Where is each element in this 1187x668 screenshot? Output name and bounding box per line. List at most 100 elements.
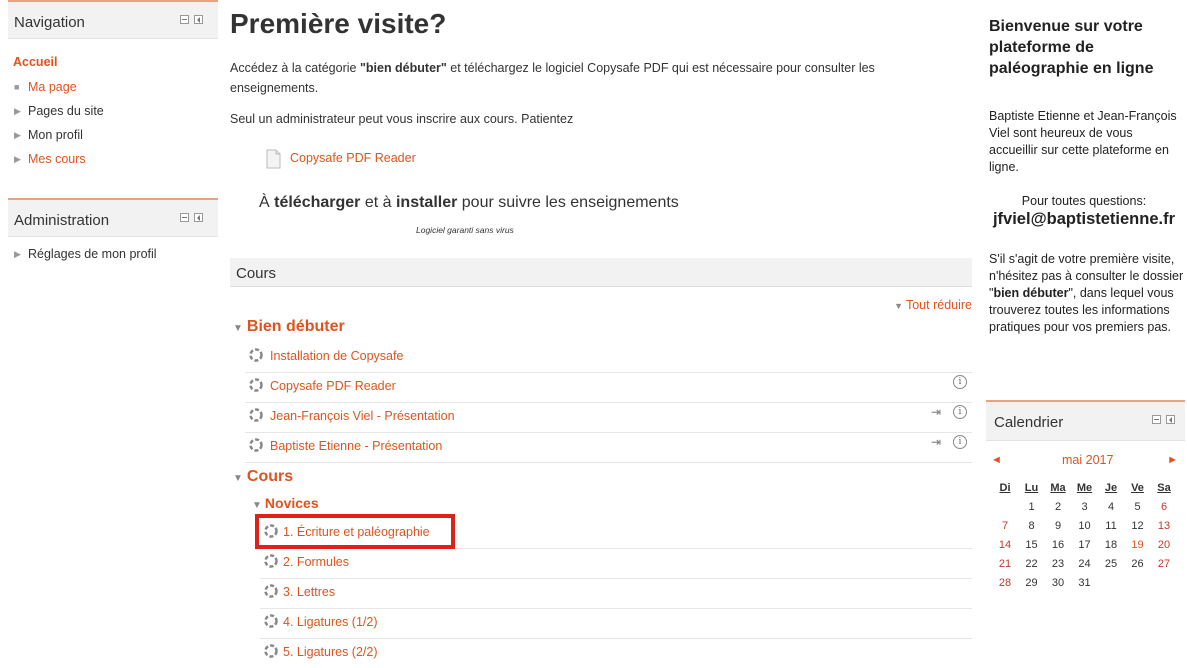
minimize-icon[interactable] [180,213,189,222]
previous-month-button[interactable]: ◄ [991,454,1002,466]
caret-right-icon: ▶ [14,249,21,259]
calendar-day[interactable]: 11 [1100,520,1122,532]
intro-text-bold: "bien débuter" [359,61,447,75]
calendar-day[interactable]: 21 [994,558,1016,570]
calendar-day[interactable]: 22 [1021,558,1043,570]
course-link[interactable]: Jean-François Viel - Présentation [270,409,455,423]
intro-text: Accédez à la catégorie "bien débuter" et… [230,58,960,98]
copysafe-reader-link[interactable]: Copysafe PDF Reader [290,151,416,165]
weekday-header: Di [999,482,1011,494]
course-link[interactable]: Copysafe PDF Reader [270,379,396,393]
nav-home-link[interactable]: Accueil [13,55,57,69]
subsection-novices[interactable]: ▼ Novices [252,495,319,511]
dock-icon[interactable] [194,15,203,24]
course-icon [249,378,263,392]
calendar-month-link[interactable]: mai 2017 [1062,453,1113,467]
course-link[interactable]: 2. Formules [283,555,349,569]
calendar-day[interactable]: 8 [1021,520,1043,532]
calendar-day[interactable]: 26 [1127,558,1149,570]
collapse-all-label: Tout réduire [905,298,972,312]
calendar-day[interactable]: 29 [1021,577,1043,589]
calendar-day[interactable]: 16 [1047,539,1069,551]
course-row[interactable]: 3. Lettres [260,578,972,609]
course-link[interactable]: 3. Lettres [283,585,335,599]
calendar-block-header: Calendrier [986,402,1185,441]
calendar-day[interactable]: 9 [1047,520,1069,532]
navigation-block-header: Navigation [8,2,218,39]
calendar-day[interactable]: 13 [1153,520,1175,532]
nav-item-pages-du-site[interactable]: ▶ Pages du site [14,102,104,120]
navigation-block: Navigation Accueil ■ Ma page ▶ Pages du si… [8,0,218,187]
administration-block-header: Administration [8,200,218,237]
enrol-icon[interactable]: ⇥ [931,405,941,419]
calendar-day[interactable]: 25 [1100,558,1122,570]
course-icon [249,348,263,362]
calendar-day[interactable]: 4 [1100,501,1122,513]
section-bien-debuter[interactable]: ▼ Bien débuter [233,318,345,336]
dock-icon[interactable] [1166,415,1175,424]
calendar-day[interactable]: 2 [1047,501,1069,513]
info-icon[interactable]: i [953,435,967,449]
caret-right-icon: ▶ [14,154,21,164]
calendar-day[interactable]: 12 [1127,520,1149,532]
course-row[interactable]: Jean-François Viel - Présentation ⇥ i [245,402,972,433]
calendar-day[interactable]: 3 [1074,501,1096,513]
calendar-day[interactable]: 6 [1153,501,1175,513]
subsection-title: Novices [264,495,319,511]
intro-text-part: Accédez à la catégorie [230,61,360,75]
calendar-day[interactable]: 14 [994,539,1016,551]
administration-block: Administration ▶ Réglages de mon profil [8,198,218,280]
course-row[interactable]: Installation de Copysafe [245,342,972,373]
first-visit-bold: bien débuter [993,286,1069,300]
calendar-day[interactable]: 17 [1074,539,1096,551]
course-row[interactable]: Baptiste Etienne - Présentation ⇥ i [245,432,972,463]
course-link[interactable]: 5. Ligatures (2/2) [283,645,378,659]
caret-right-icon: ▶ [14,106,21,116]
course-icon [249,438,263,452]
enrolment-notice: Seul un administrateur peut vous inscrir… [230,112,574,126]
calendar-day[interactable]: 27 [1153,558,1175,570]
section-cours[interactable]: ▼ Cours [233,468,293,486]
next-month-button[interactable]: ► [1167,454,1178,466]
calendar-day[interactable]: 10 [1074,520,1096,532]
course-row[interactable]: 2. Formules [260,548,972,579]
course-link[interactable]: Baptiste Etienne - Présentation [270,439,442,453]
minimize-icon[interactable] [180,15,189,24]
calendar-day[interactable]: 20 [1153,539,1175,551]
weekday-header: Lu [1024,482,1039,494]
nav-item-label: Pages du site [28,104,104,118]
nav-item-mon-profil[interactable]: ▶ Mon profil [14,126,83,144]
contact-email: jfviel@baptistetienne.fr [992,210,1176,228]
enrol-icon[interactable]: ⇥ [931,435,941,449]
calendar-day[interactable]: 7 [994,520,1016,532]
calendar-day[interactable]: 28 [994,577,1016,589]
info-icon[interactable]: i [953,405,967,419]
course-row[interactable]: 4. Ligatures (1/2) [260,608,972,639]
calendar-day[interactable]: 15 [1021,539,1043,551]
calendar-day[interactable]: 5 [1127,501,1149,513]
triangle-down-icon: ▼ [233,323,243,334]
course-link[interactable]: Installation de Copysafe [270,349,403,363]
calendar-day[interactable]: 18 [1100,539,1122,551]
calendar-day[interactable]: 23 [1047,558,1069,570]
collapse-all-link[interactable]: ▼ Tout réduire [894,298,972,312]
minimize-icon[interactable] [1152,415,1161,424]
calendar-day[interactable]: 30 [1047,577,1069,589]
course-link[interactable]: 4. Ligatures (1/2) [283,615,378,629]
caret-right-icon: ▶ [14,130,21,140]
virus-note: Logiciel garanti sans virus [416,225,514,235]
section-title: Bien débuter [246,318,345,335]
weekday-header: Sa [1157,482,1171,494]
calendar-day[interactable]: 19 [1127,539,1149,551]
course-row[interactable]: 5. Ligatures (2/2) [260,638,972,668]
calendar-day[interactable]: 24 [1074,558,1096,570]
calendar-day[interactable]: 1 [1021,501,1043,513]
admin-item-profile-settings[interactable]: ▶ Réglages de mon profil [14,245,157,263]
course-row[interactable]: Copysafe PDF Reader i [245,372,972,403]
nav-item-ma-page[interactable]: ■ Ma page [14,78,77,96]
calendar-day[interactable]: 31 [1074,577,1096,589]
nav-item-label: Mon profil [28,128,83,142]
nav-item-mes-cours[interactable]: ▶ Mes cours [14,150,86,168]
info-icon[interactable]: i [953,375,967,389]
dock-icon[interactable] [194,213,203,222]
